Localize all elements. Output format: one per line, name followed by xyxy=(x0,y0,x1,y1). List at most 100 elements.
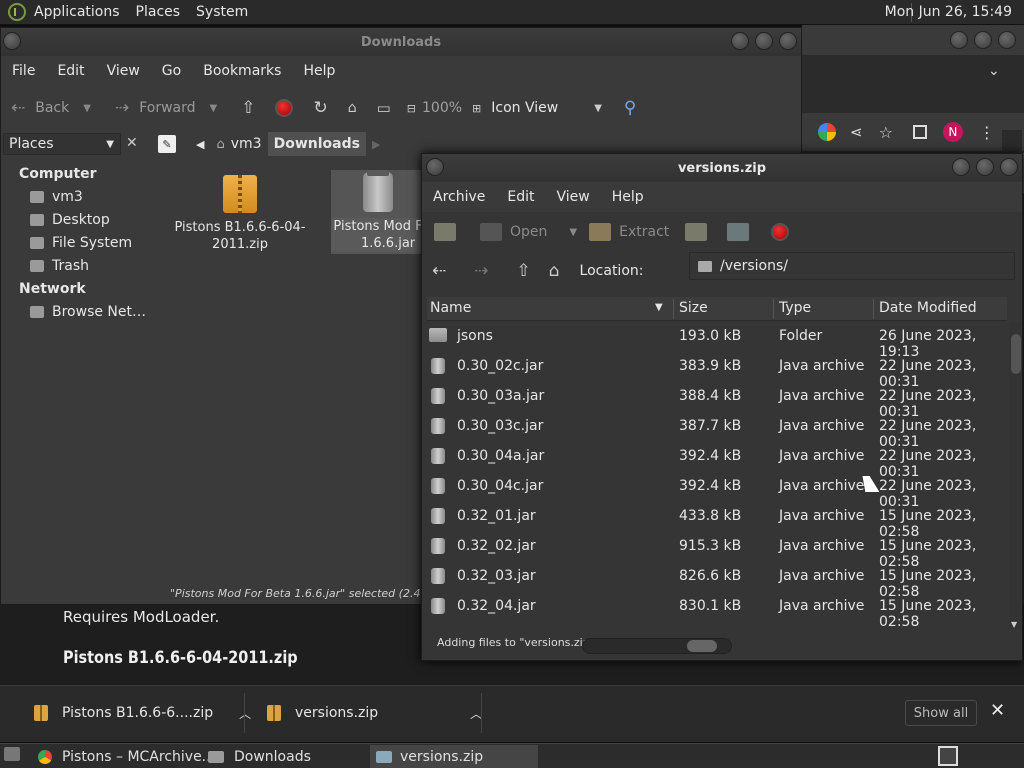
maximize-button[interactable] xyxy=(755,32,773,50)
side-panel-icon[interactable] xyxy=(912,125,927,139)
open-icon[interactable] xyxy=(480,223,502,241)
forward-button[interactable]: Forward xyxy=(139,100,195,116)
table-row[interactable]: 0.32_02.jar 915.3 kB Java archive 15 June 2… xyxy=(427,532,1007,570)
window-menu-button[interactable] xyxy=(3,32,21,50)
chevron-down-icon[interactable]: ▼ xyxy=(210,103,218,114)
zoom-in-icon[interactable]: ⊞ xyxy=(472,102,481,115)
up-arrow-icon[interactable]: ⇧ xyxy=(517,261,531,281)
download-title[interactable]: Pistons B1.6.6-6-04-2011.zip xyxy=(63,648,298,668)
table-row[interactable]: 0.30_02c.jar 383.9 kB Java archive 22 June … xyxy=(427,352,1007,390)
minimize-button[interactable] xyxy=(952,158,970,176)
table-row[interactable]: 0.32_04.jar 830.1 kB Java archive 15 June 2… xyxy=(427,592,1007,628)
menu-edit[interactable]: Edit xyxy=(57,63,84,79)
column-divider[interactable] xyxy=(673,299,674,319)
location-input[interactable]: /versions/ xyxy=(689,252,1015,280)
table-row[interactable]: 0.32_01.jar 433.8 kB Java archive 15 June 2… xyxy=(427,502,1007,540)
open-button[interactable]: Open xyxy=(510,224,547,240)
show-all-button[interactable]: Show all xyxy=(905,700,977,726)
stop-icon[interactable] xyxy=(771,223,790,241)
menu-view[interactable]: View xyxy=(557,189,590,205)
distro-logo-icon[interactable] xyxy=(8,3,26,21)
table-row[interactable]: 0.30_04c.jar 392.4 kB Java archive 22 June … xyxy=(427,472,1007,510)
back-button[interactable]: Back xyxy=(35,100,69,116)
extract-icon[interactable] xyxy=(589,223,612,241)
menu-file[interactable]: File xyxy=(12,63,35,79)
menu-help[interactable]: Help xyxy=(303,63,335,79)
download-item[interactable]: Pistons B1.6.6-6....zip ︿ xyxy=(34,693,251,733)
window-titlebar[interactable]: Downloads xyxy=(1,28,801,56)
chevron-down-icon[interactable]: ⌄ xyxy=(988,63,1000,79)
sidebar-item-file-system[interactable]: File System xyxy=(0,233,148,256)
menu-go[interactable]: Go xyxy=(162,63,181,79)
download-item[interactable]: versions.zip ︿ xyxy=(267,693,482,733)
column-divider[interactable] xyxy=(773,299,774,319)
places-combo[interactable]: Places ▼ xyxy=(3,133,121,155)
edit-location-icon[interactable]: ✎ xyxy=(158,135,176,153)
task-versions-zip[interactable]: versions.zip xyxy=(370,745,538,768)
search-icon[interactable]: ⚲ xyxy=(624,98,636,118)
task-downloads[interactable]: Downloads xyxy=(202,745,311,768)
share-icon[interactable]: ⋖ xyxy=(850,123,863,141)
scroll-down-icon[interactable]: ▼ xyxy=(1011,620,1017,629)
zoom-out-icon[interactable]: ⊟ xyxy=(407,102,416,115)
applications-menu[interactable]: Applications xyxy=(34,4,120,20)
column-divider[interactable] xyxy=(873,299,874,319)
add-folder-icon[interactable] xyxy=(727,223,750,241)
menu-view[interactable]: View xyxy=(107,63,140,79)
path-left-arrow-icon[interactable]: ◀ xyxy=(190,132,210,156)
menu-edit[interactable]: Edit xyxy=(507,189,534,205)
table-row[interactable]: 0.30_03c.jar 387.7 kB Java archive 22 June … xyxy=(427,412,1007,450)
sidebar-item-vm3[interactable]: vm3 xyxy=(0,187,148,210)
path-right-arrow-icon[interactable]: ▶ xyxy=(366,132,386,156)
more-options-icon[interactable]: ⋮ xyxy=(979,123,995,142)
menu-archive[interactable]: Archive xyxy=(433,189,485,205)
table-row[interactable]: 0.30_04a.jar 392.4 kB Java archive 22 June … xyxy=(427,442,1007,480)
forward-arrow-icon[interactable]: ⇢ xyxy=(115,98,129,118)
view-mode-select[interactable]: Icon View xyxy=(491,100,558,116)
sidebar-item-trash[interactable]: Trash xyxy=(0,256,148,279)
reload-icon[interactable]: ↻ xyxy=(313,98,327,118)
sort-down-icon[interactable]: ▼ xyxy=(655,302,663,313)
chevron-down-icon[interactable]: ▼ xyxy=(594,103,602,114)
table-row[interactable]: 0.32_03.jar 826.6 kB Java archive 15 June 2… xyxy=(427,562,1007,600)
home-icon[interactable]: ⌂ xyxy=(348,100,357,116)
chevron-down-icon[interactable]: ▼ xyxy=(83,103,91,114)
close-sidebar-icon[interactable]: ✕ xyxy=(126,135,138,151)
add-files-icon[interactable] xyxy=(685,223,708,241)
menu-bookmarks[interactable]: Bookmarks xyxy=(203,63,281,79)
forward-arrow-icon[interactable]: ⇢ xyxy=(474,261,488,281)
chevron-down-icon[interactable]: ▼ xyxy=(569,227,577,238)
menu-help[interactable]: Help xyxy=(612,189,644,205)
google-icon[interactable] xyxy=(818,123,836,141)
column-type[interactable]: Type xyxy=(779,300,811,316)
path-vm3[interactable]: ⌂ vm3 xyxy=(210,132,267,156)
maximize-button[interactable] xyxy=(974,31,992,49)
extract-button[interactable]: Extract xyxy=(619,224,669,240)
column-date[interactable]: Date Modified xyxy=(879,300,977,316)
table-row[interactable]: jsons 193.0 kB Folder 26 June 2023, 19:13 xyxy=(427,322,1007,360)
show-desktop-icon[interactable] xyxy=(4,747,20,761)
computer-icon[interactable]: ▭ xyxy=(377,99,391,117)
window-menu-button[interactable] xyxy=(426,158,444,176)
window-titlebar[interactable]: versions.zip xyxy=(422,154,1022,182)
places-menu[interactable]: Places xyxy=(136,4,181,20)
home-icon[interactable]: ⌂ xyxy=(549,261,560,281)
column-name[interactable]: Name xyxy=(430,300,471,316)
back-arrow-icon[interactable]: ⇠ xyxy=(11,98,25,118)
maximize-button[interactable] xyxy=(976,158,994,176)
path-downloads[interactable]: Downloads xyxy=(267,132,366,156)
close-downloads-bar-icon[interactable]: ✕ xyxy=(990,700,1005,721)
sidebar-item-desktop[interactable]: Desktop xyxy=(0,210,148,233)
system-menu[interactable]: System xyxy=(196,4,248,20)
up-arrow-icon[interactable]: ⇧ xyxy=(241,98,255,118)
task-chrome[interactable]: Pistons – MCArchive... xyxy=(32,745,215,768)
minimize-button[interactable] xyxy=(731,32,749,50)
close-button[interactable] xyxy=(779,32,797,50)
close-button[interactable] xyxy=(1000,158,1018,176)
clock[interactable]: Mon Jun 26, 15:49 xyxy=(885,4,1012,20)
table-row[interactable]: 0.30_03a.jar 388.4 kB Java archive 22 June … xyxy=(427,382,1007,420)
close-button[interactable] xyxy=(998,31,1016,49)
workspace-switcher-icon[interactable] xyxy=(938,746,958,766)
stop-icon[interactable] xyxy=(275,99,294,117)
scrollbar-thumb[interactable] xyxy=(1011,334,1021,374)
